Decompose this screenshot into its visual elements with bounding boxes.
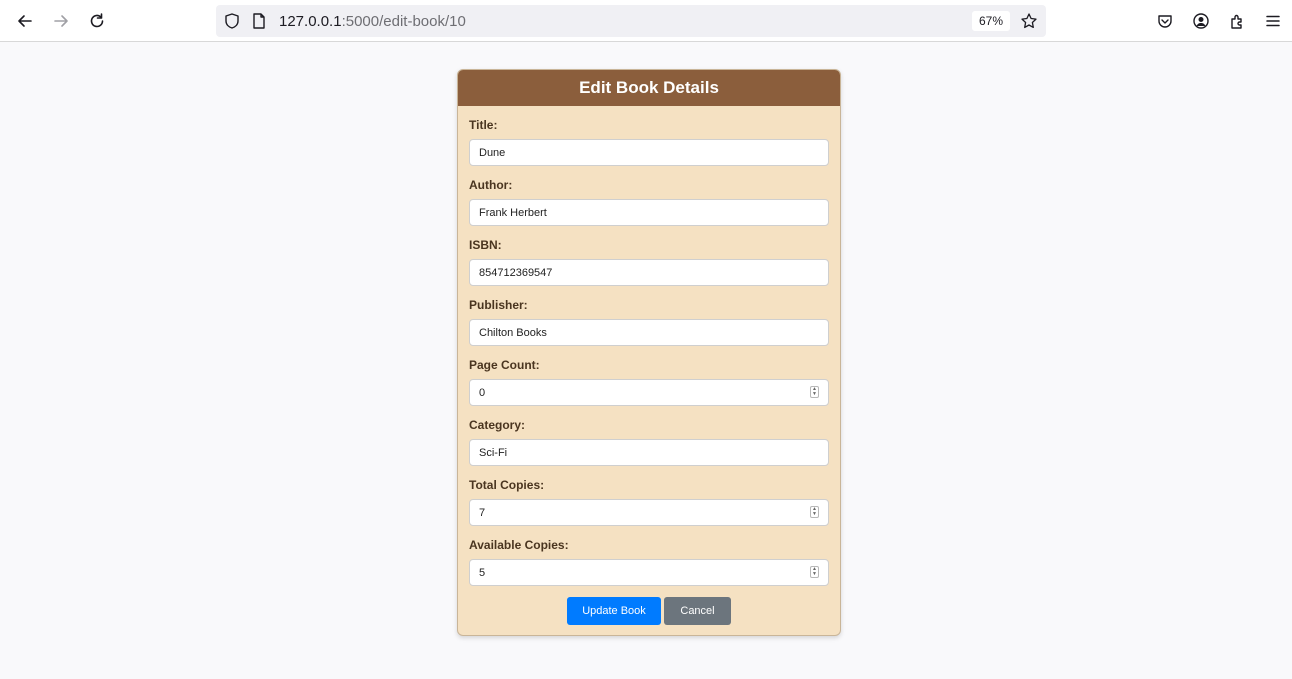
card-title: Edit Book Details <box>458 70 840 106</box>
zoom-indicator[interactable]: 67% <box>972 11 1010 31</box>
forward-icon[interactable] <box>47 7 75 35</box>
page-count-field: ▲▼ <box>469 379 829 406</box>
total-copies-input[interactable] <box>469 499 829 526</box>
title-input[interactable] <box>469 139 829 166</box>
page-count-spinner-icon[interactable]: ▲ ▼ <box>810 386 819 398</box>
total-copies-spinner-icon[interactable]: ▲ ▼ <box>810 506 819 518</box>
available-copies-spinner-icon[interactable]: ▲ ▼ <box>810 566 819 578</box>
address-bar[interactable]: 127.0.0.1:5000/edit-book/10 67% <box>216 5 1046 37</box>
browser-toolbar: 127.0.0.1:5000/edit-book/10 67% <box>0 0 1292 42</box>
isbn-input[interactable] <box>469 259 829 286</box>
publisher-input[interactable] <box>469 319 829 346</box>
author-label: Author: <box>469 178 513 192</box>
back-icon[interactable] <box>11 7 39 35</box>
total-copies-field: ▲▼ <box>469 499 829 526</box>
author-input[interactable] <box>469 199 829 226</box>
available-copies-label: Available Copies: <box>469 538 569 552</box>
category-label: Category: <box>469 418 526 432</box>
total-copies-label: Total Copies: <box>469 478 545 492</box>
shield-icon[interactable] <box>223 12 241 30</box>
cancel-button[interactable]: Cancel <box>664 597 731 625</box>
page-icon[interactable] <box>250 12 268 30</box>
url-text[interactable]: 127.0.0.1:5000/edit-book/10 <box>279 13 466 30</box>
available-copies-field: ▲▼ <box>469 559 829 586</box>
edit-book-card: Edit Book Details Title: Author: ISBN: P… <box>457 69 841 636</box>
bookmark-star-icon[interactable] <box>1020 12 1038 30</box>
pocket-icon[interactable] <box>1151 7 1179 35</box>
extensions-icon[interactable] <box>1223 7 1251 35</box>
page-count-label: Page Count: <box>469 358 540 372</box>
reload-icon[interactable] <box>83 7 111 35</box>
publisher-label: Publisher: <box>469 298 528 312</box>
isbn-label: ISBN: <box>469 238 502 252</box>
available-copies-input[interactable] <box>469 559 829 586</box>
account-icon[interactable] <box>1187 7 1215 35</box>
update-book-button[interactable]: Update Book <box>567 597 661 625</box>
title-label: Title: <box>469 118 498 132</box>
menu-icon[interactable] <box>1259 7 1287 35</box>
category-input[interactable] <box>469 439 829 466</box>
page-count-input[interactable] <box>469 379 829 406</box>
